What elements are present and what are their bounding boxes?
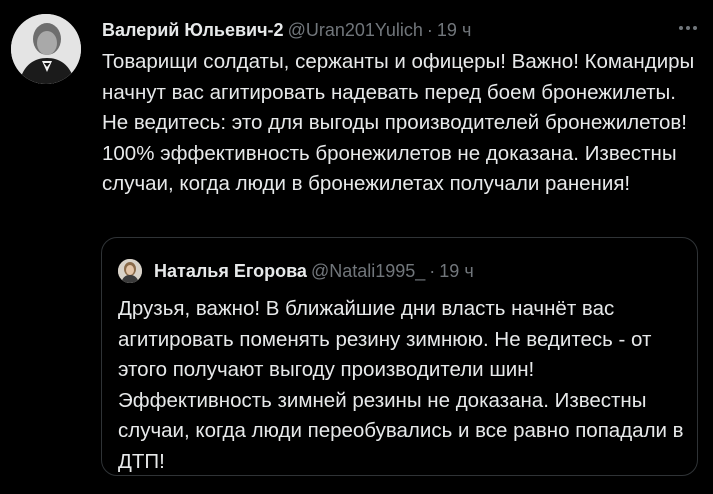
tweet-header: Валерий Юльевич-2 @Uran201Yulich · 19 ч [102, 18, 693, 42]
quoted-author-avatar [118, 259, 142, 283]
quoted-tweet[interactable]: Наталья Егорова @Natali1995_ · 19 ч Друзья,… [101, 237, 698, 476]
separator-dot: · [426, 20, 433, 40]
quoted-author-avatar-image [118, 259, 142, 283]
tweet-timestamp[interactable]: 19 ч [437, 20, 471, 40]
author-handle[interactable]: @Uran201Yulich [288, 20, 423, 40]
author-avatar-image [11, 14, 81, 84]
quoted-author-handle: @Natali1995_ [310, 261, 426, 281]
quoted-tweet-meta: Наталья Егорова @Natali1995_ · 19 ч [154, 259, 474, 283]
quoted-tweet-timestamp: 19 ч [439, 261, 474, 281]
more-horizontal-icon [679, 26, 697, 30]
author-name[interactable]: Валерий Юльевич-2 [102, 20, 284, 40]
quoted-tweet-text: Друзья, важно! В ближайшие дни власть на… [118, 297, 684, 473]
more-options-button[interactable] [677, 18, 699, 38]
quoted-author-name: Наталья Егорова [154, 261, 307, 281]
tweet[interactable]: Валерий Юльевич-2 @Uran201Yulich · 19 ч Тов… [0, 0, 713, 494]
tweet-text: Товарищи солдаты, сержанты и офицеры! Ва… [102, 50, 695, 195]
author-avatar[interactable] [11, 14, 81, 84]
quoted-separator-dot: · [429, 261, 436, 281]
